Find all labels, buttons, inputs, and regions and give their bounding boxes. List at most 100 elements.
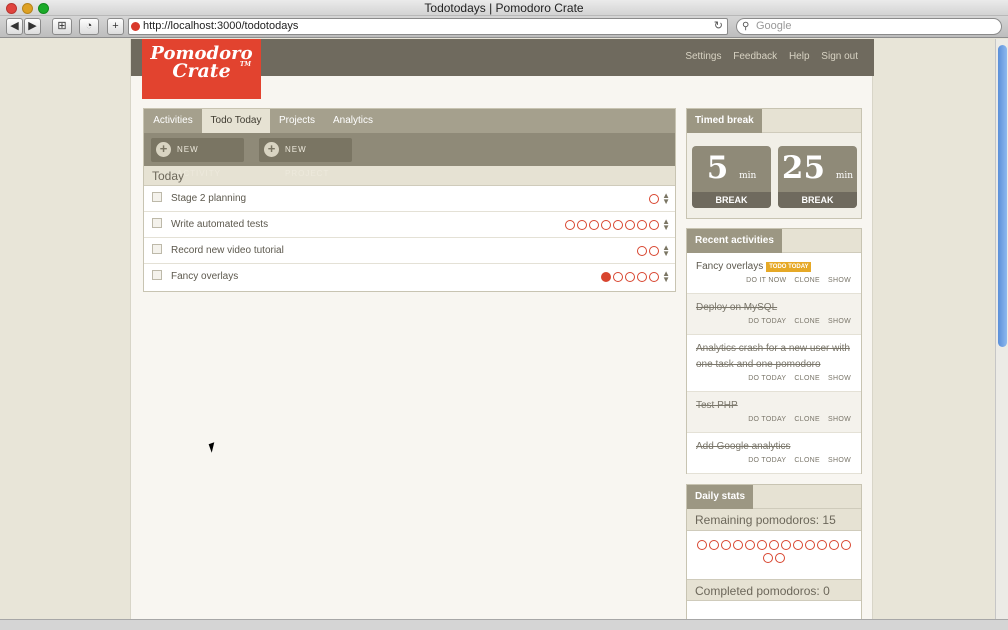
sort-handle-icon[interactable]: ▲ ▼	[662, 212, 670, 232]
new-activity-button[interactable]: + NEW ACTIVITY	[151, 138, 244, 178]
new-project-button[interactable]: + NEW PROJECT	[259, 138, 352, 178]
add-bookmark-button[interactable]: +	[107, 18, 124, 35]
recent-title: Recent activities	[687, 229, 782, 253]
logo-tm: TM	[239, 61, 251, 68]
zoom-window-button[interactable]	[38, 3, 49, 14]
scrollbar-thumb[interactable]	[998, 45, 1007, 347]
clone-button[interactable]: CLONE	[794, 457, 820, 464]
pomodoro-icon	[763, 553, 773, 563]
pomodoro-icon	[829, 540, 839, 550]
show-button[interactable]: SHOW	[828, 416, 851, 423]
nav-settings[interactable]: Settings	[685, 51, 721, 62]
list-item[interactable]: Record new video tutorial ▲ ▼	[144, 238, 675, 264]
pomodoro-icon	[781, 540, 791, 550]
forward-button[interactable]: ▶	[24, 18, 41, 35]
completed-pomodoros-label: Completed pomodoros: 0	[687, 579, 861, 601]
sort-handle-icon[interactable]: ▲ ▼	[662, 186, 670, 206]
plus-icon: +	[156, 142, 171, 157]
pomodoro-icon	[601, 220, 611, 230]
pomodoro-icon	[733, 540, 743, 550]
list-item[interactable]: Write automated tests ▲ ▼	[144, 212, 675, 238]
recent-activity-item: Analytics crash for a new user with one …	[687, 335, 861, 392]
show-button[interactable]: SHOW	[828, 318, 851, 325]
list-item[interactable]: Fancy overlays ▲ ▼	[144, 264, 675, 290]
primary-action-button[interactable]: DO IT NOW	[746, 277, 786, 284]
task-checkbox[interactable]	[152, 192, 162, 202]
tab-projects[interactable]: Projects	[270, 109, 324, 133]
pomodoro-icon	[649, 246, 659, 256]
primary-action-button[interactable]: DO TODAY	[748, 375, 786, 382]
nav-feedback[interactable]: Feedback	[733, 51, 777, 62]
pomodoro-icon	[769, 540, 779, 550]
sort-handle-icon[interactable]: ▲ ▼	[662, 264, 670, 284]
browser-toolbar: ◀ ▶ ⊞ ◔ + http://localhost:3000/todotoda…	[0, 16, 1008, 38]
close-window-button[interactable]	[6, 3, 17, 14]
snapback-icon[interactable]: ◔	[79, 18, 99, 35]
recent-activity-item: Add Google analytics DO TODAY CLONE SHOW	[687, 433, 861, 474]
break-5-unit: min	[739, 171, 757, 181]
back-button[interactable]: ◀	[6, 18, 23, 35]
task-label: Record new video tutorial	[171, 245, 284, 256]
tab-activities[interactable]: Activities	[144, 109, 202, 133]
clone-button[interactable]: CLONE	[794, 277, 820, 284]
activity-actions: DO IT NOW CLONE SHOW	[738, 277, 851, 284]
primary-action-button[interactable]: DO TODAY	[748, 318, 786, 325]
pomodoro-estimate	[635, 246, 659, 256]
clone-button[interactable]: CLONE	[794, 375, 820, 382]
show-button[interactable]: SHOW	[828, 375, 851, 382]
pomodoro-icon	[805, 540, 815, 550]
tab-todo-today[interactable]: Todo Today	[202, 109, 270, 133]
tab-analytics[interactable]: Analytics	[324, 109, 382, 133]
search-input[interactable]: ⚲ Google	[736, 18, 1002, 35]
break-25-button[interactable]: 25 min BREAK	[778, 146, 857, 208]
pomodoro-icon	[565, 220, 575, 230]
activity-actions: DO TODAY CLONE SHOW	[740, 457, 851, 464]
clone-button[interactable]: CLONE	[794, 416, 820, 423]
clone-button[interactable]: CLONE	[794, 318, 820, 325]
status-bar	[0, 619, 1008, 630]
daily-stats-panel: Daily stats Remaining pomodoros: 15 Comp…	[686, 484, 862, 624]
nav-sign-out[interactable]: Sign out	[821, 51, 858, 62]
recent-list: Fancy overlays TODO TODAY DO IT NOW CLONE SH…	[687, 253, 861, 474]
activity-title: Fancy overlays	[696, 261, 764, 272]
break-5-value: 5	[706, 150, 729, 186]
sort-handle-icon[interactable]: ▲ ▼	[662, 238, 670, 258]
task-checkbox[interactable]	[152, 244, 162, 254]
task-checkbox[interactable]	[152, 218, 162, 228]
minimize-window-button[interactable]	[22, 3, 33, 14]
timed-break-panel: Timed break 5 min BREAK 25 min BREAK	[686, 108, 862, 219]
pomodoro-estimate	[647, 194, 659, 204]
bookmark-icon[interactable]: ⊞	[52, 18, 72, 35]
scrollbar[interactable]	[995, 39, 1008, 619]
primary-action-button[interactable]: DO TODAY	[748, 457, 786, 464]
recent-activity-item: Test PHP DO TODAY CLONE SHOW	[687, 392, 861, 433]
list-item[interactable]: Stage 2 planning ▲ ▼	[144, 186, 675, 212]
activity-title: Deploy on MySQL	[696, 302, 778, 313]
pomodoro-estimate	[599, 272, 659, 282]
pomodoro-icon	[637, 272, 647, 282]
top-nav: Settings Feedback Help Sign out	[676, 51, 858, 62]
show-button[interactable]: SHOW	[828, 457, 851, 464]
primary-action-button[interactable]: DO TODAY	[748, 416, 786, 423]
show-button[interactable]: SHOW	[828, 277, 851, 284]
task-checkbox[interactable]	[152, 270, 162, 280]
url-text: http://localhost:3000/todotodays	[143, 20, 299, 32]
activity-actions: DO TODAY CLONE SHOW	[740, 375, 851, 382]
recent-activities-panel: Recent activities Fancy overlays TODO TOD…	[686, 228, 862, 474]
tab-bar: Activities Todo Today Projects Analytics	[144, 109, 675, 133]
pomodoro-icon	[841, 540, 851, 550]
recent-activity-item: Fancy overlays TODO TODAY DO IT NOW CLONE SH…	[687, 253, 861, 294]
pomodoro-icon	[637, 220, 647, 230]
recent-activity-item: Deploy on MySQL DO TODAY CLONE SHOW	[687, 294, 861, 335]
pomodoro-icon	[709, 540, 719, 550]
logo[interactable]: Pomodoro Crate TM	[142, 39, 261, 99]
pomodoro-icon	[649, 220, 659, 230]
page-body: Settings Feedback Help Sign out Pomodoro…	[130, 39, 874, 624]
nav-help[interactable]: Help	[789, 51, 810, 62]
today-heading: Today	[144, 166, 675, 186]
reload-icon[interactable]: ↻	[714, 19, 723, 34]
url-field[interactable]: http://localhost:3000/todotodays ↻	[128, 18, 728, 35]
pomodoro-icon	[721, 540, 731, 550]
daily-stats-title: Daily stats	[687, 485, 754, 509]
break-5-button[interactable]: 5 min BREAK	[692, 146, 771, 208]
